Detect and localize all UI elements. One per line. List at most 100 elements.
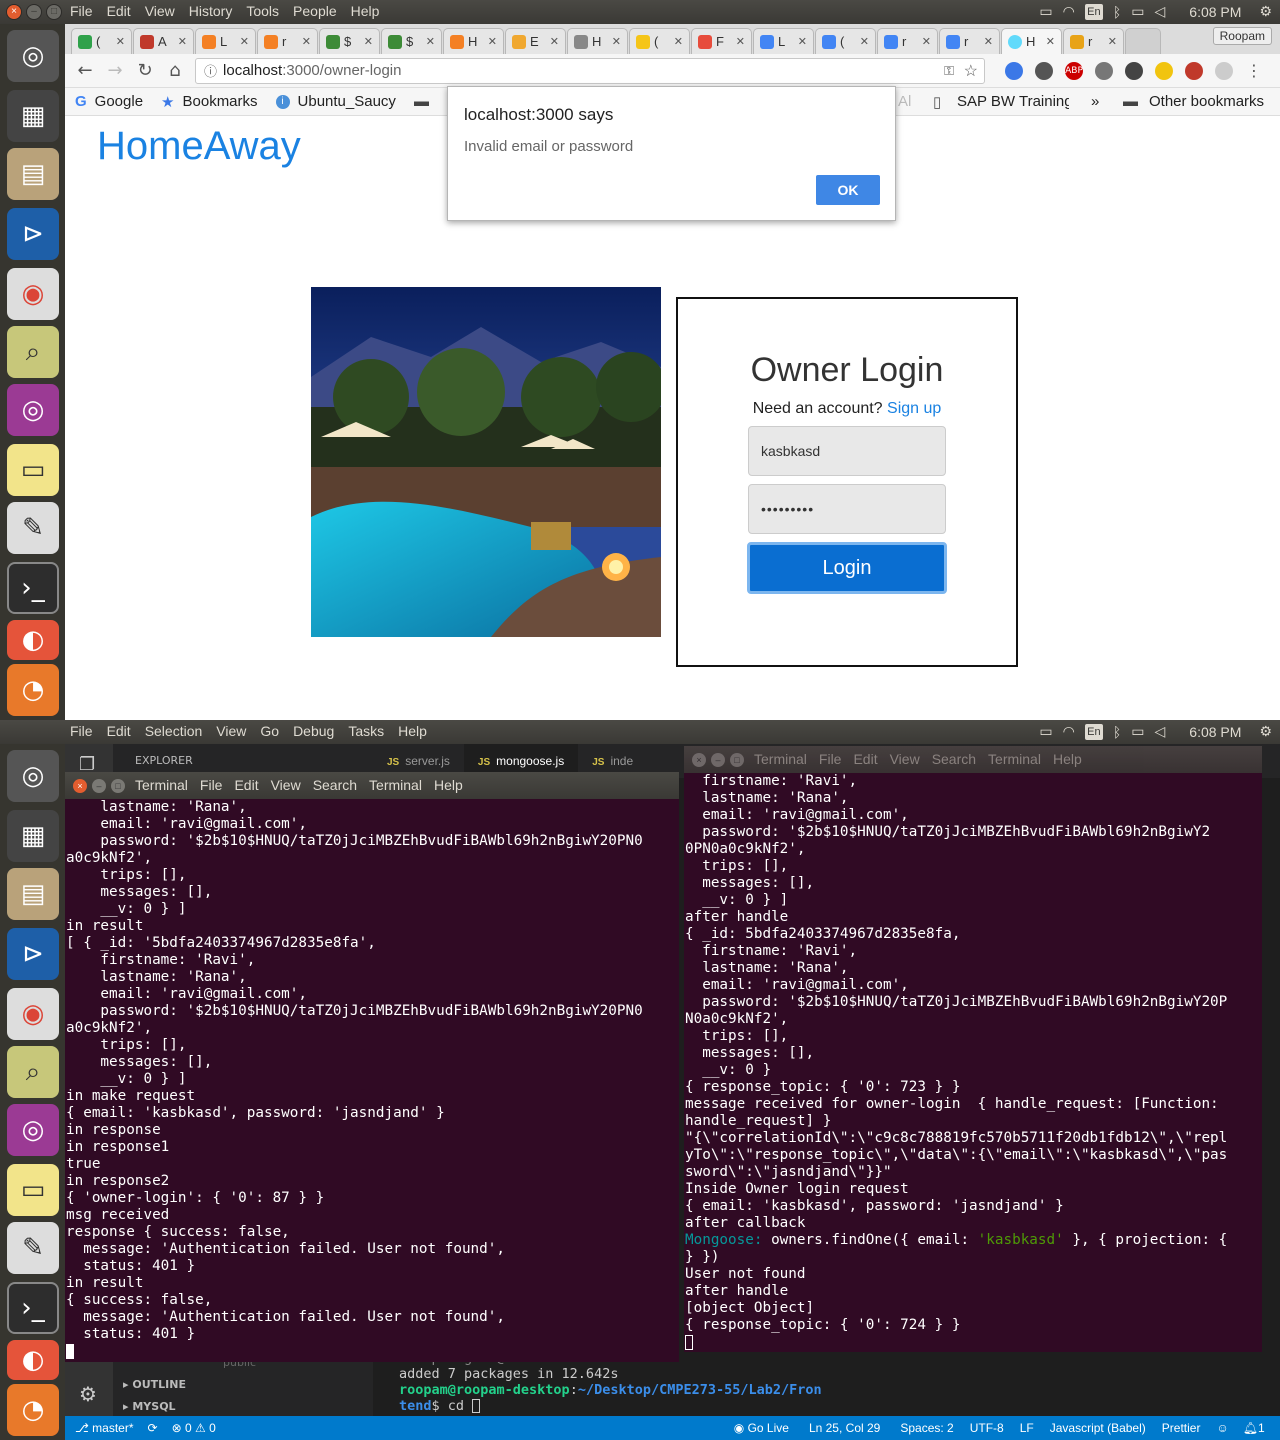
home-icon[interactable]: ⌂ — [165, 60, 185, 81]
webcam-icon[interactable]: ◎ — [7, 384, 59, 436]
menu-edit[interactable]: Edit — [107, 723, 131, 739]
minimize-window-icon[interactable]: – — [92, 778, 106, 793]
browser-tab[interactable]: $ ✕ — [319, 28, 380, 54]
menu-view[interactable]: View — [890, 751, 920, 768]
menu-search[interactable]: Search — [932, 751, 976, 768]
firefox-icon[interactable]: ◔ — [7, 1384, 59, 1436]
image-viewer-icon[interactable]: ⌕ — [7, 326, 59, 378]
wifi-icon[interactable]: ◠ — [1063, 723, 1075, 740]
bluetooth-icon[interactable]: ᛒ — [1113, 724, 1121, 740]
language-mode[interactable]: Javascript (Babel) — [1050, 1421, 1146, 1435]
email-field[interactable]: kasbkasd — [748, 426, 946, 476]
puzzle-icon[interactable] — [1095, 61, 1113, 80]
ubuntu-logo-icon[interactable]: ◎ — [7, 30, 59, 82]
menu-terminal[interactable]: Terminal — [988, 751, 1041, 768]
menu-view[interactable]: View — [216, 723, 246, 739]
chrome-icon[interactable]: ◉ — [7, 268, 59, 320]
text-editor-icon[interactable]: ✎ — [7, 1222, 59, 1274]
browser-tab[interactable]: r ✕ — [939, 28, 1000, 54]
menu-debug[interactable]: Debug — [293, 723, 334, 739]
menu-help[interactable]: Help — [434, 777, 463, 794]
steering-icon[interactable] — [1125, 61, 1143, 80]
line-ending[interactable]: LF — [1020, 1421, 1034, 1435]
workspace-switcher-icon[interactable]: ▦ — [7, 810, 59, 862]
extension-icon[interactable] — [1005, 61, 1023, 80]
address-bar[interactable]: ⓘ localhost:3000/owner-login ⚿ ☆ — [195, 57, 985, 84]
bookmark-sap-bw[interactable]: SAP BW Training — [957, 93, 1069, 110]
cursor-position[interactable]: Ln 25, Col 29 — [809, 1421, 880, 1435]
firefox-icon[interactable]: ◔ — [7, 664, 59, 716]
adblock-icon[interactable]: ABP — [1065, 61, 1083, 80]
files-icon[interactable]: ▤ — [7, 148, 59, 200]
close-window-icon[interactable]: × — [6, 4, 22, 20]
bookmark-star-icon[interactable]: ☆ — [964, 61, 978, 81]
browser-tab[interactable]: A ✕ — [133, 28, 194, 54]
gear-icon[interactable]: ⚙ — [1259, 3, 1272, 20]
browser-tab[interactable]: r ✕ — [877, 28, 938, 54]
minimize-window-icon[interactable]: – — [711, 752, 725, 767]
image-viewer-icon[interactable]: ⌕ — [7, 1046, 59, 1098]
circle-extension-icon[interactable] — [1215, 61, 1233, 80]
app-icon[interactable]: ◐ — [7, 620, 59, 660]
menu-go[interactable]: Go — [260, 723, 279, 739]
browser-tab[interactable]: H ✕ — [567, 28, 628, 54]
close-tab-icon[interactable]: ✕ — [674, 35, 683, 48]
key-icon[interactable]: ⚿ — [944, 63, 954, 79]
menu-edit[interactable]: Edit — [107, 3, 131, 19]
close-tab-icon[interactable]: ✕ — [550, 35, 559, 48]
chrome-icon[interactable]: ◉ — [7, 988, 59, 1040]
close-tab-icon[interactable]: ✕ — [426, 35, 435, 48]
browser-tab[interactable]: (✕ — [71, 28, 132, 54]
menu-file[interactable]: File — [200, 777, 223, 794]
text-editor-icon[interactable]: ✎ — [7, 502, 59, 554]
workspace-switcher-icon[interactable]: ▦ — [7, 90, 59, 142]
notifications-bell-icon[interactable]: 🔔︎1 — [1243, 1421, 1265, 1435]
close-tab-icon[interactable]: ✕ — [116, 35, 125, 48]
menu-help[interactable]: Help — [1053, 751, 1082, 768]
app-icon[interactable]: ◐ — [7, 1340, 59, 1380]
close-tab-icon[interactable]: ✕ — [1108, 35, 1117, 48]
bookmark-partial[interactable]: Al — [898, 93, 911, 110]
close-window-icon[interactable]: × — [73, 778, 87, 793]
menu-edit[interactable]: Edit — [853, 751, 877, 768]
image-extension-icon[interactable] — [1185, 61, 1203, 80]
mysql-section[interactable]: ▸ MYSQL — [123, 1400, 176, 1413]
maximize-window-icon[interactable]: □ — [730, 752, 744, 767]
camera-icon[interactable]: ▭ — [1039, 723, 1052, 740]
browser-tab-active[interactable]: H ✕ — [1001, 28, 1062, 54]
battery-icon[interactable]: ▭ — [1131, 723, 1144, 740]
browser-tab[interactable]: L ✕ — [195, 28, 256, 54]
close-tab-icon[interactable]: ✕ — [178, 35, 187, 48]
forward-icon[interactable]: → — [105, 60, 125, 81]
go-live-button[interactable]: ◉ Go Live — [734, 1421, 789, 1435]
reload-icon[interactable]: ↻ — [135, 60, 155, 81]
terminal-window-right[interactable]: × – □ Terminal File Edit View Search Termi… — [684, 746, 1262, 1352]
menu-help[interactable]: Help — [351, 3, 380, 19]
close-tab-icon[interactable]: ✕ — [364, 35, 373, 48]
menu-tasks[interactable]: Tasks — [348, 723, 384, 739]
pen-icon[interactable] — [1155, 61, 1173, 80]
webcam-icon[interactable]: ◎ — [7, 1104, 59, 1156]
menu-search[interactable]: Search — [313, 777, 357, 794]
info-icon[interactable]: ⓘ — [204, 61, 217, 80]
close-window-icon[interactable]: × — [692, 752, 706, 767]
menu-edit[interactable]: Edit — [234, 777, 258, 794]
close-tab-icon[interactable]: ✕ — [1046, 35, 1055, 48]
shield-icon[interactable] — [1035, 61, 1053, 80]
browser-tab[interactable]: r ✕ — [1063, 28, 1124, 54]
terminal-window-left[interactable]: × – □ Terminal File Edit View Search Termi… — [65, 772, 679, 1362]
menu-history[interactable]: History — [189, 3, 233, 19]
terminal-icon[interactable]: ›_ — [7, 562, 59, 614]
menu-file[interactable]: File — [70, 723, 93, 739]
sync-icon[interactable]: ⟳ — [148, 1421, 158, 1435]
outline-section[interactable]: ▸ OUTLINE — [123, 1378, 186, 1391]
new-tab-button[interactable] — [1125, 28, 1161, 54]
menu-view[interactable]: View — [271, 777, 301, 794]
bluetooth-icon[interactable]: ᛒ — [1113, 4, 1121, 20]
login-button[interactable]: Login — [747, 542, 947, 594]
keyboard-language-indicator[interactable]: En — [1084, 723, 1103, 740]
close-tab-icon[interactable]: ✕ — [240, 35, 249, 48]
browser-tab[interactable]: $ ✕ — [381, 28, 442, 54]
browser-tab[interactable]: (✕ — [629, 28, 690, 54]
encoding[interactable]: UTF-8 — [970, 1421, 1004, 1435]
